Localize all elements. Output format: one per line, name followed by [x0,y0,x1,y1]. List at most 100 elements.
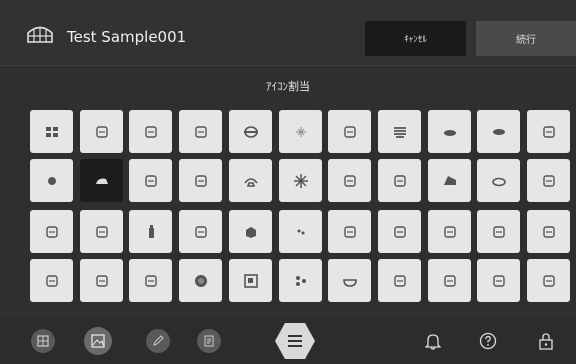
icon-tile-card-icon[interactable] [328,110,371,153]
icon-tile-telephone-icon[interactable] [229,159,272,202]
cancel-button[interactable]: ｷｬﾝｾﾙ [365,21,466,56]
icon-tile-croissant-icon[interactable] [179,110,222,153]
icon-tile-paper-icon[interactable] [328,210,371,253]
icon-tile-grid-square-icon[interactable] [378,159,421,202]
pencil-icon[interactable] [146,329,170,353]
icon-tile-carrot-icon[interactable] [30,259,73,302]
icon-tile-square-dot-icon[interactable] [229,259,272,302]
icon-tile-loaf-icon[interactable] [80,259,123,302]
menu-icon[interactable] [275,323,315,359]
icon-tile-dot-icon[interactable] [30,159,73,202]
icon-tile-kettle-icon[interactable] [378,210,421,253]
icon-tile-leaf-icon[interactable] [30,210,73,253]
icon-tile-bread-roll-icon[interactable] [80,110,123,153]
sparkle-icon [295,126,306,137]
loaf-icon [95,274,108,287]
icon-tile-circle-icon[interactable] [179,259,222,302]
icon-tile-search-bread-icon[interactable] [80,210,123,253]
icon-tile-bottle-icon[interactable] [129,210,172,253]
pretzel-icon [144,125,157,138]
lock-icon[interactable] [536,331,556,351]
glass-pair-icon [542,174,555,187]
icon-tile-snowflake-icon[interactable] [279,159,322,202]
icon-tile-l-shape-icon[interactable] [527,259,570,302]
selected-item-icon [95,178,108,184]
icon-tile-pie-icon[interactable] [477,159,520,202]
icon-tile-bun-icon[interactable] [129,259,172,302]
search-bread-icon [95,225,108,238]
icon-tile-selected-item-icon[interactable] [80,159,123,202]
cake-slice-icon [443,175,456,185]
glass-alt-icon [542,225,555,238]
icon-tile-herb-icon[interactable] [179,159,222,202]
bun-icon [144,274,157,287]
icon-tile-cake-slice-icon[interactable] [428,159,471,202]
baguette-icon [144,174,157,187]
cluster-icon [295,275,306,286]
icon-tile-stack-icon[interactable] [378,110,421,153]
icon-grid [0,100,576,308]
bowl-mix-icon [194,225,207,238]
layout-icon[interactable] [31,329,55,353]
document-icon[interactable] [197,329,221,353]
icon-tile-cluster-icon[interactable] [279,259,322,302]
square-dot-icon [243,273,258,288]
repeat-icon [492,274,505,287]
icon-tile-dots-icon[interactable] [279,210,322,253]
cup-icon [443,225,456,238]
image-icon[interactable] [84,327,112,355]
soup-icon [342,278,357,287]
icon-tile-jar-icon[interactable] [428,259,471,302]
bowl-lid-icon [492,128,505,135]
icon-tile-glass-alt-icon[interactable] [527,210,570,253]
icon-tile-repeat-icon[interactable] [477,259,520,302]
dots-icon [297,229,304,234]
croissant-icon [194,125,207,138]
tray-icon [243,125,258,138]
jar-icon [443,274,456,287]
pizza-icon [393,274,406,287]
wifi-icon [492,225,505,238]
bell-icon[interactable] [423,331,443,351]
icon-tile-bowl-mix-icon[interactable] [179,210,222,253]
section-title: ｱｲｺﾝ割当 [266,80,310,93]
grid-icon [45,126,58,137]
icon-tile-soup-icon[interactable] [328,259,371,302]
icon-tile-glass-pair-icon[interactable] [527,159,570,202]
continue-button[interactable]: 続行 [476,21,576,56]
stack-icon [393,126,406,138]
card-alt-icon [343,174,356,187]
icon-tile-card-alt-icon[interactable] [328,159,371,202]
icon-tile-cup-icon[interactable] [428,210,471,253]
card-icon [343,125,356,138]
icon-tile-baguette-icon[interactable] [129,159,172,202]
bottom-toolbar [0,318,576,364]
telephone-icon [243,177,258,187]
herb-icon [194,174,207,187]
greenhouse-logo-icon [27,26,53,43]
icon-tile-grid-icon[interactable] [30,110,73,153]
icon-tile-pizza-icon[interactable] [378,259,421,302]
header-bar: Test Sample001 ｷｬﾝｾﾙ 続行 [0,0,576,66]
help-icon[interactable] [478,331,498,351]
icon-tile-wifi-icon[interactable] [477,210,520,253]
dot-icon [47,176,56,185]
kettle-icon [393,225,406,238]
icon-tile-bowl-icon[interactable] [428,110,471,153]
icon-tile-box-icon[interactable] [229,210,272,253]
icon-tile-tray-icon[interactable] [229,110,272,153]
bottle-icon [148,224,154,238]
bowl-icon [443,129,456,136]
carrot-icon [45,274,58,287]
sample-title: Test Sample001 [67,28,187,46]
pie-icon [491,177,506,186]
snowflake-icon [293,173,308,188]
icon-tile-bowl-lid-icon[interactable] [477,110,520,153]
icon-tile-sparkle-icon[interactable] [279,110,322,153]
circle-icon [194,274,207,287]
icon-tile-pretzel-icon[interactable] [129,110,172,153]
l-shape-icon [542,274,555,287]
leaf-icon [45,225,58,238]
bread-roll-icon [95,125,108,138]
icon-tile-arrows-icon[interactable] [527,110,570,153]
